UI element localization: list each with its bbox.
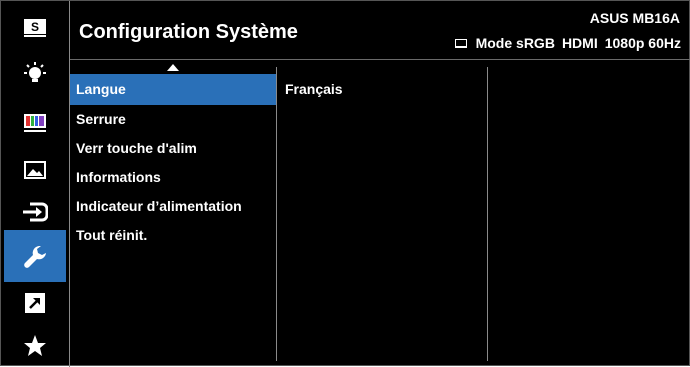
- input-select-icon: [23, 202, 48, 222]
- mode-label: Mode sRGB: [475, 35, 555, 51]
- sidebar-item-shortcut[interactable]: [4, 284, 66, 322]
- image-icon: [24, 161, 46, 179]
- column-divider-2: [487, 67, 488, 361]
- resolution-label: 1080p 60Hz: [604, 35, 681, 51]
- header-divider: [70, 59, 690, 60]
- scroll-up-arrow-icon[interactable]: [167, 64, 179, 71]
- input-label: HDMI: [561, 35, 598, 51]
- osd-menu: S Configuration Système ASUS MB16A Mode …: [0, 0, 690, 367]
- wrench-icon: [24, 246, 46, 268]
- shortcut-icon: [25, 293, 45, 313]
- sidebar-item-system-setup[interactable]: [4, 230, 66, 282]
- monitor-icon: [454, 38, 467, 48]
- sidebar: S: [1, 1, 69, 367]
- sidebar-item-blue-light[interactable]: [4, 55, 66, 93]
- svg-text:S: S: [31, 20, 39, 34]
- splendid-icon: S: [24, 19, 46, 37]
- color-icon: [24, 114, 46, 132]
- column-divider-1: [276, 67, 277, 361]
- sidebar-item-splendid[interactable]: S: [4, 9, 66, 47]
- menu-item-informations[interactable]: Informations: [70, 163, 276, 192]
- menu-item-tout-reinit[interactable]: Tout réinit.: [70, 221, 276, 250]
- status-bar: Mode sRGB HDMI 1080p 60Hz: [454, 35, 681, 51]
- language-value[interactable]: Français: [285, 81, 343, 97]
- menu-item-langue[interactable]: Langue: [70, 74, 276, 105]
- page-title: Configuration Système: [79, 21, 298, 43]
- model-name: ASUS MB16A: [589, 10, 680, 26]
- star-icon: [24, 335, 46, 356]
- submenu-list: Langue Serrure Verr touche d'alim Inform…: [70, 74, 276, 250]
- menu-item-verr-touche[interactable]: Verr touche d'alim: [70, 134, 276, 163]
- sidebar-item-image[interactable]: [4, 151, 66, 189]
- sidebar-item-color[interactable]: [4, 104, 66, 142]
- menu-item-indicateur[interactable]: Indicateur d’alimentation: [70, 192, 276, 221]
- sidebar-item-favorite[interactable]: [4, 327, 66, 365]
- blue-light-icon: [24, 62, 46, 82]
- menu-item-serrure[interactable]: Serrure: [70, 105, 276, 134]
- sidebar-item-input-select[interactable]: [4, 193, 66, 231]
